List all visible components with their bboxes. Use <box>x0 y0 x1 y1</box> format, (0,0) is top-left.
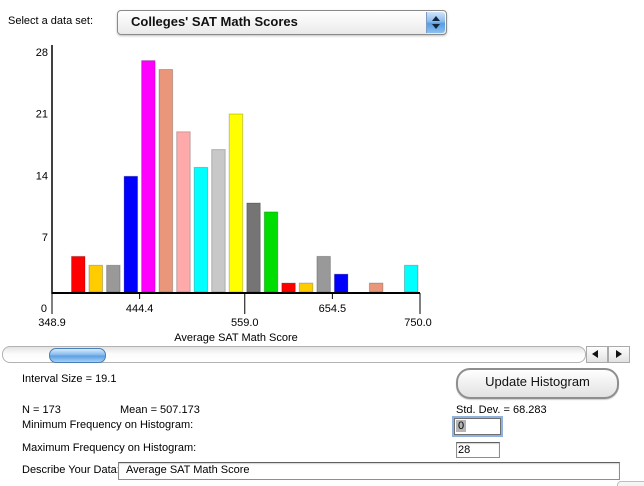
x-axis-tick-label: 559.0 <box>231 317 259 329</box>
histogram-bar <box>194 167 208 292</box>
histogram-chart: 7 14 21 28 0 348.9 444.4 559.0 654.5 750.0 Average… <box>0 0 644 345</box>
x-axis-tick-label: 348.9 <box>38 317 66 329</box>
histogram-bar <box>124 176 138 292</box>
y-axis-tick-label: 21 <box>36 109 48 121</box>
histogram-bar <box>317 256 331 292</box>
y-axis-origin-label: 0 <box>41 303 47 315</box>
histogram-bar <box>264 212 278 292</box>
histogram-bar <box>282 283 296 292</box>
histogram-bar <box>405 265 419 292</box>
histogram-bar <box>334 274 348 292</box>
histogram-bar <box>89 265 103 292</box>
scroll-right-icon <box>616 350 622 358</box>
scrollbar-track[interactable] <box>2 346 586 363</box>
update-histogram-button[interactable]: Update Histogram <box>456 368 619 399</box>
std-dev-label: Std. Dev. = 68.283 <box>456 404 547 417</box>
x-axis-tick-label: 654.5 <box>319 303 347 315</box>
x-axis-title: Average SAT Math Score <box>174 332 298 344</box>
histogram-bar <box>247 203 260 292</box>
histogram-bar <box>72 256 86 292</box>
histogram-bar <box>177 132 191 292</box>
max-frequency-value: 28 <box>458 444 470 456</box>
scroll-left-icon <box>592 350 598 358</box>
scroll-left-button[interactable] <box>586 346 608 363</box>
max-frequency-label: Maximum Frequency on Histogram: <box>22 442 196 455</box>
scrollbar-thumb[interactable] <box>49 348 106 363</box>
y-axis-tick-label: 14 <box>36 170 48 182</box>
interval-size-label: Interval Size = 19.1 <box>22 373 116 386</box>
mean-label: Mean = 507.173 <box>120 404 200 417</box>
histogram-bar <box>107 265 121 292</box>
describe-data-label: Describe Your Data: <box>22 464 120 477</box>
n-label: N = 173 <box>22 404 61 417</box>
histogram-bar <box>159 70 173 293</box>
histogram-applet: Select a data set: Colleges' SAT Math Sc… <box>0 0 644 486</box>
max-frequency-input[interactable]: 28 <box>456 442 500 458</box>
x-axis-tick-label: 444.4 <box>126 303 154 315</box>
scroll-right-button[interactable] <box>608 346 630 363</box>
min-frequency-input[interactable]: 0 <box>454 418 501 435</box>
histogram-bar <box>299 283 313 292</box>
min-frequency-value: 0 <box>456 420 466 432</box>
histogram-bar <box>212 150 226 292</box>
min-frequency-label: Minimum Frequency on Histogram: <box>22 419 193 432</box>
y-axis-tick-label: 28 <box>36 47 48 59</box>
describe-data-value: Average SAT Math Score <box>126 464 250 476</box>
describe-data-input[interactable]: Average SAT Math Score <box>118 462 620 480</box>
cutoff-button[interactable] <box>617 481 644 486</box>
histogram-bar <box>229 114 243 292</box>
y-axis-tick-label: 7 <box>42 232 48 244</box>
histogram-bar <box>369 283 383 292</box>
x-axis-tick-label: 750.0 <box>404 317 432 329</box>
histogram-bar <box>142 61 156 292</box>
interval-scrollbar[interactable] <box>2 346 629 363</box>
